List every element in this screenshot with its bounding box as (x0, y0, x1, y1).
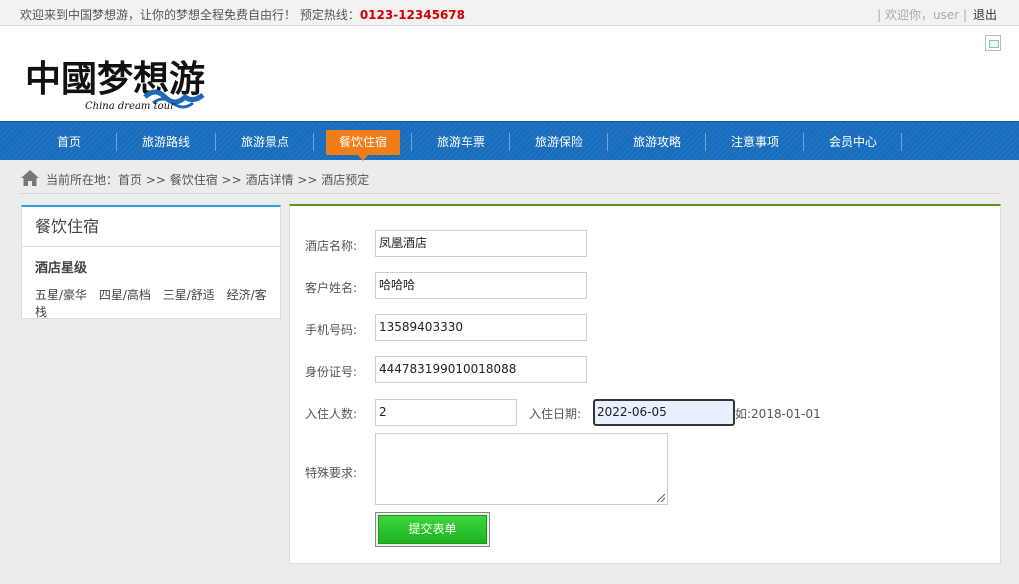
logo-chinese: 中國梦想游 (25, 58, 205, 100)
breadcrumb-text: 当前所在地：首页 >> 餐饮住宿 >> 酒店详情 >> 酒店预定 (46, 173, 370, 187)
user-area: | 欢迎你，user | 退出 (877, 6, 997, 23)
guest-count-label: 入住人数: (305, 407, 358, 421)
hotel-name-input[interactable]: 凤凰酒店 (375, 230, 587, 257)
nav-divider (509, 133, 510, 151)
hotel-name-label: 酒店名称: (305, 239, 358, 253)
star-option-three[interactable]: 三星/舒适 (163, 288, 215, 302)
nav-item-routes[interactable]: 旅游路线 (121, 132, 211, 156)
hotel-star-list: 五星/豪华 四星/高档 三星/舒适 经济/客栈 (35, 286, 280, 320)
guest-count-input[interactable]: 2 (375, 399, 517, 426)
checkin-date-label: 入住日期: (529, 407, 582, 421)
nav-item-member-center[interactable]: 会员中心 (808, 132, 898, 156)
star-option-five[interactable]: 五星/豪华 (35, 288, 87, 302)
welcome-message: 欢迎来到中国梦想游，让你的梦想全程免费自由行！ 预定热线：0123-123456… (20, 6, 465, 23)
site-logo[interactable]: 中國梦想游 China dream tour (25, 39, 225, 119)
id-number-input[interactable]: 444783199010018088 (375, 356, 587, 383)
nav-item-attractions[interactable]: 旅游景点 (220, 132, 310, 156)
welcome-text: 欢迎来到中国梦想游，让你的梦想全程免费自由行！ 预定热线： (20, 8, 360, 22)
nav-divider (901, 133, 902, 151)
sidebar: 餐饮住宿 酒店星级 五星/豪华 四星/高档 三星/舒适 经济/客栈 (21, 205, 281, 319)
logout-link[interactable]: 退出 (973, 8, 997, 22)
checkin-date-input[interactable]: 2022-06-05 (593, 399, 735, 426)
date-format-hint: 如:2018-01-01 (735, 407, 821, 421)
header: 中國梦想游 China dream tour (0, 26, 1019, 121)
logo-english: China dream tour (85, 101, 176, 112)
submit-button[interactable]: 提交表单 (378, 515, 487, 544)
special-request-label: 特殊要求: (305, 466, 358, 480)
phone-label: 手机号码: (305, 323, 358, 337)
main-nav: 首页 旅游路线 旅游景点 餐饮住宿 旅游车票 旅游保险 旅游攻略 注意事项 会员… (0, 121, 1019, 161)
id-number-label: 身份证号: (305, 365, 358, 379)
nav-item-dining-lodging[interactable]: 餐饮住宿 (326, 130, 400, 161)
nav-divider (411, 133, 412, 151)
sidebar-title: 餐饮住宿 (22, 207, 280, 247)
user-greeting: | 欢迎你，user | (877, 8, 967, 22)
nav-item-guides[interactable]: 旅游攻略 (612, 132, 702, 156)
customer-name-label: 客户姓名: (305, 281, 358, 295)
nav-divider (607, 133, 608, 151)
star-option-four[interactable]: 四星/高档 (99, 288, 151, 302)
phone-input[interactable]: 13589403330 (375, 314, 587, 341)
breadcrumb: 当前所在地：首页 >> 餐饮住宿 >> 酒店详情 >> 酒店预定 (20, 168, 1000, 194)
home-icon (21, 170, 39, 186)
nav-divider (313, 133, 314, 151)
sidebar-subtitle: 酒店星级 (35, 261, 88, 276)
nav-item-notices[interactable]: 注意事项 (710, 132, 800, 156)
broken-image-icon (985, 35, 1001, 51)
nav-item-home[interactable]: 首页 (24, 132, 114, 156)
nav-divider (116, 133, 117, 151)
resize-grip-icon[interactable] (657, 494, 665, 502)
special-request-textarea[interactable] (375, 433, 668, 505)
nav-divider (803, 133, 804, 151)
nav-divider (215, 133, 216, 151)
nav-item-tickets[interactable]: 旅游车票 (416, 132, 506, 156)
nav-item-insurance[interactable]: 旅游保险 (514, 132, 604, 156)
nav-divider (705, 133, 706, 151)
top-bar: 欢迎来到中国梦想游，让你的梦想全程免费自由行！ 预定热线：0123-123456… (0, 0, 1019, 26)
submit-button-frame: 提交表单 (375, 512, 490, 547)
customer-name-input[interactable]: 哈哈哈 (375, 272, 587, 299)
hotline-number: 0123-12345678 (359, 8, 466, 22)
booking-form-panel: 酒店名称: 凤凰酒店 客户姓名: 哈哈哈 手机号码: 13589403330 身… (289, 204, 1001, 564)
